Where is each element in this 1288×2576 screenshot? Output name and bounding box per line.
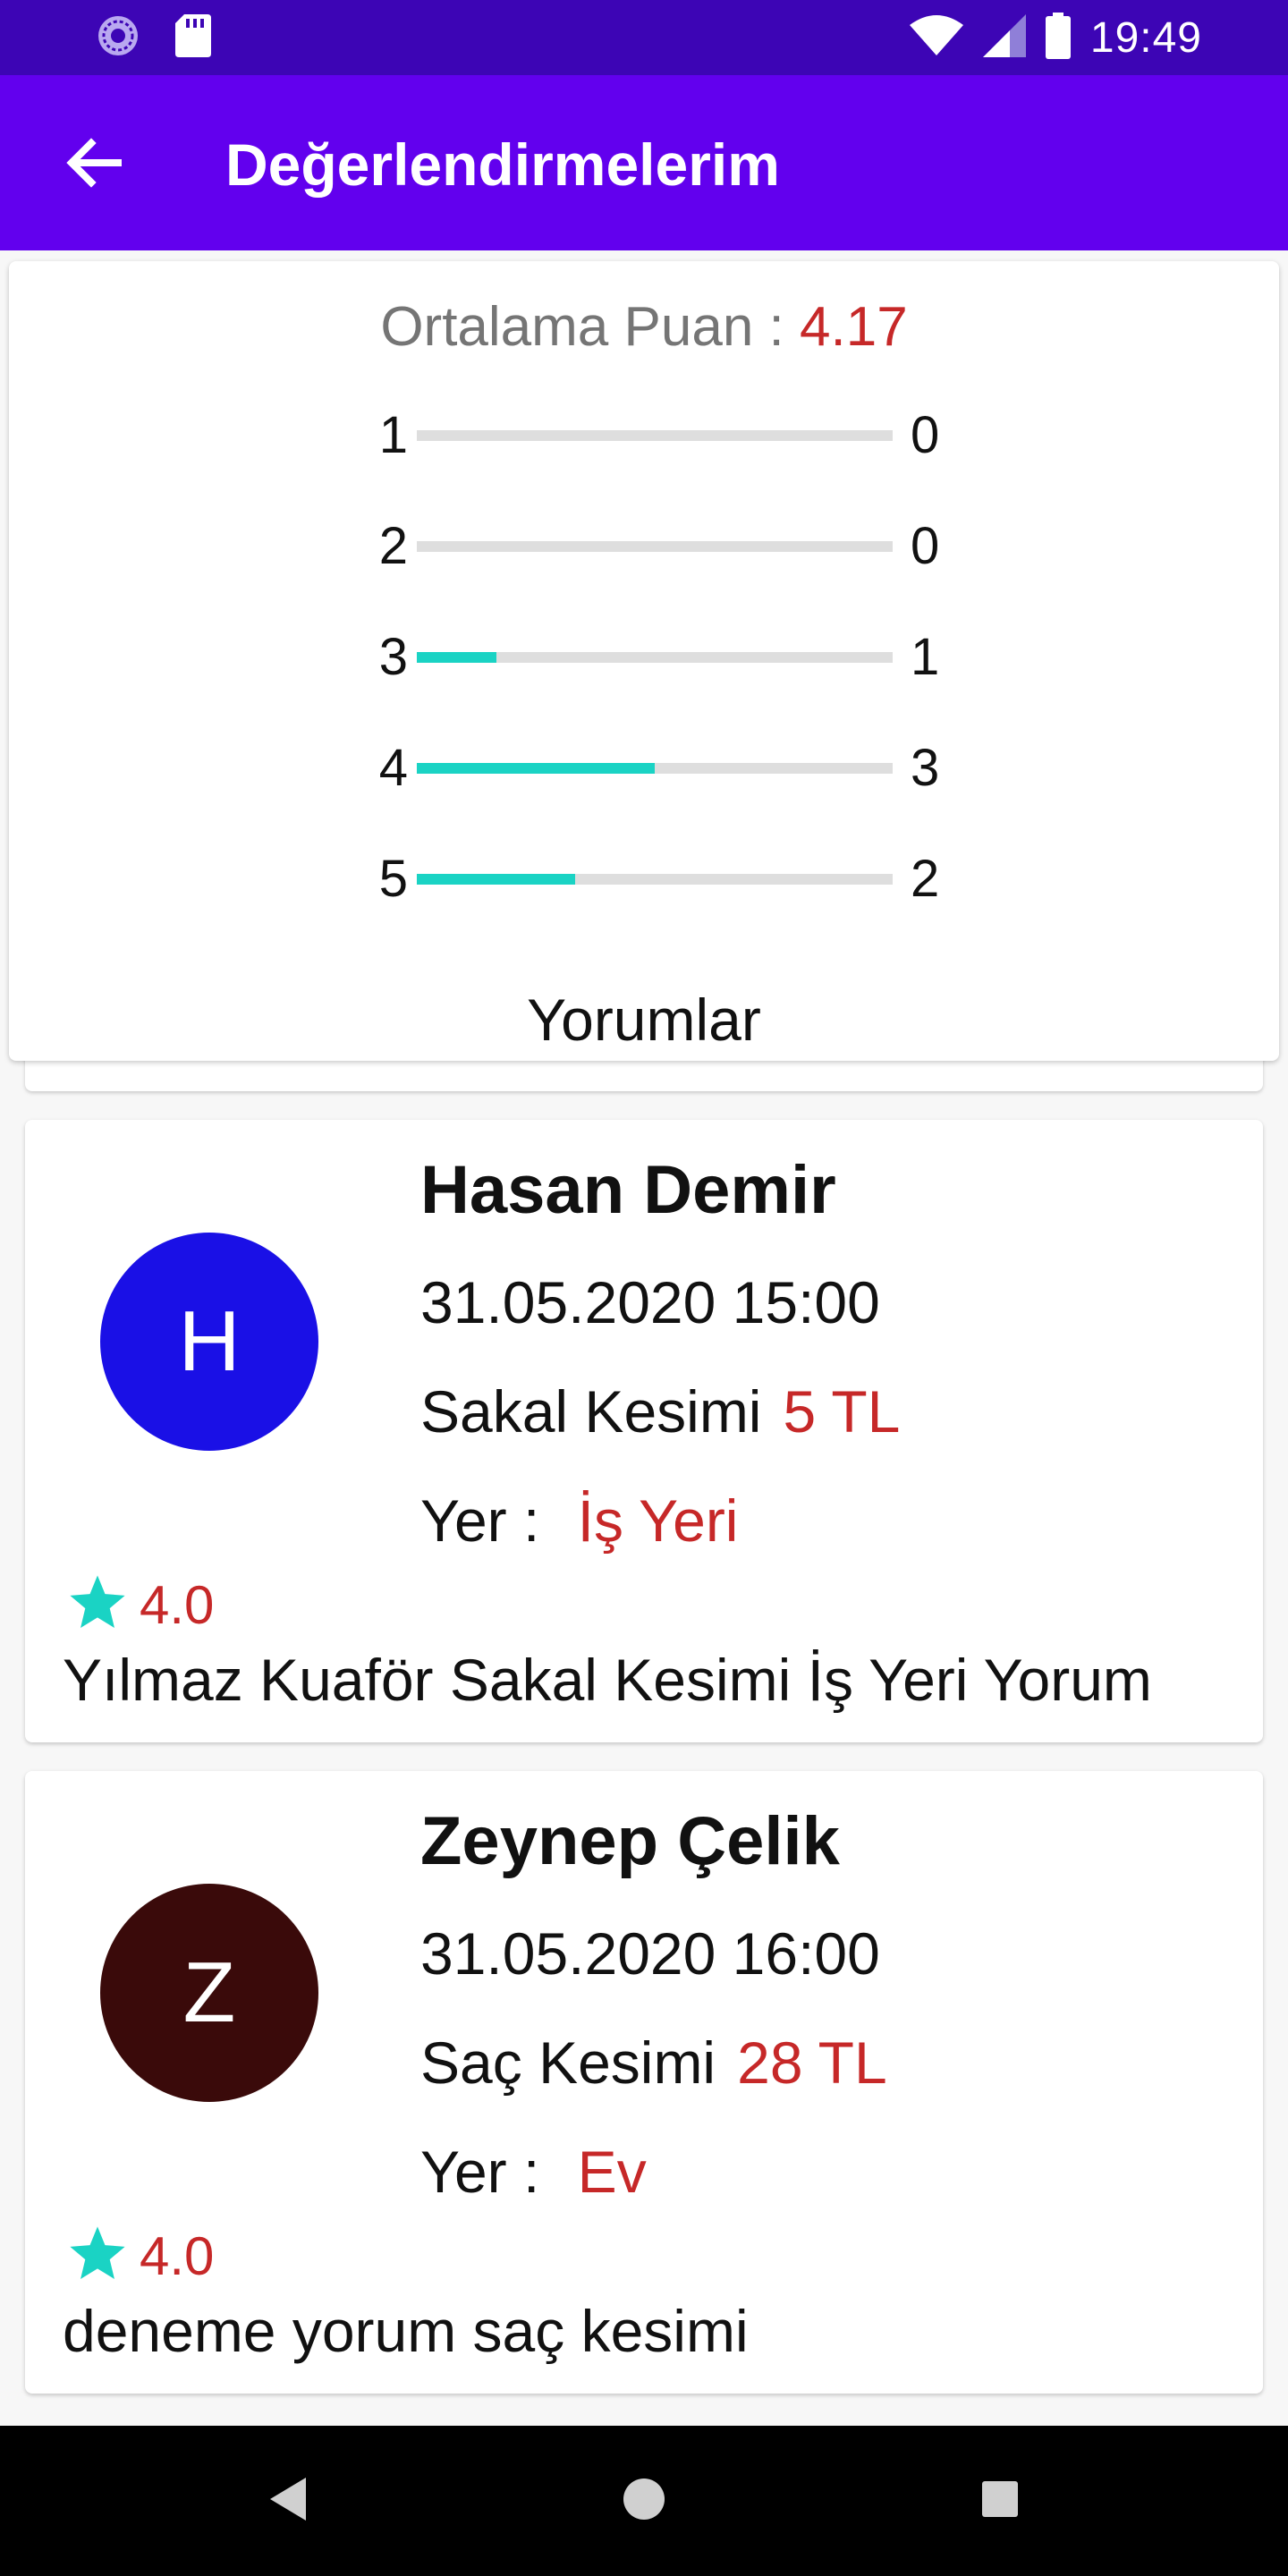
star-icon: [66, 1572, 129, 1639]
place-value: Ev: [577, 2139, 647, 2205]
page-title: Değerlendirmelerim: [225, 131, 780, 198]
avatar: H: [100, 1233, 318, 1451]
rating-row-2: 2 0: [367, 515, 957, 578]
nav-back-button[interactable]: [259, 2472, 317, 2529]
rating-bar-fill: [417, 874, 576, 885]
service-price: 5 TL: [783, 1378, 901, 1445]
nav-recents-button[interactable]: [971, 2472, 1029, 2529]
rating-count: 0: [911, 406, 940, 464]
home-circle-icon: [622, 2477, 666, 2526]
rating-bar: [417, 874, 893, 885]
review-rating: 4.0: [66, 2220, 214, 2292]
comments-title: Yorumlar: [527, 987, 761, 1053]
rating-count: 2: [911, 850, 940, 908]
list-header-strip: [25, 1055, 1263, 1091]
avatar-initial: Z: [182, 1945, 236, 2040]
review-card[interactable]: Z Zeynep Çelik 31.05.2020 16:00 Saç Kesi…: [25, 1771, 1263, 2394]
sd-card-icon: [175, 13, 211, 62]
app-bar: Değerlendirmelerim: [0, 75, 1288, 250]
rating-value: 4.0: [140, 2225, 215, 2286]
review-comment: Yılmaz Kuaför Sakal Kesimi İş Yeri Yorum: [63, 1647, 1152, 1713]
rating-level: 1: [378, 406, 408, 464]
reviewer-name: Zeynep Çelik: [420, 1803, 840, 1879]
review-comment: deneme yorum saç kesimi: [63, 2298, 749, 2364]
rating-bar: [417, 763, 893, 774]
average-label: Ortalama Puan :: [380, 296, 800, 358]
arrow-back-icon: [64, 137, 122, 192]
service-line: Saç Kesimi 28 TL: [420, 2027, 887, 2098]
rating-count: 0: [911, 517, 940, 575]
review-date: 31.05.2020 16:00: [420, 1920, 880, 1987]
rating-bar: [417, 541, 893, 552]
system-nav-bar: [0, 2426, 1288, 2576]
rating-value: 4.0: [140, 1574, 215, 1635]
rating-row-3: 3 1: [367, 626, 957, 689]
battery-icon: [1045, 12, 1071, 64]
place-label: Yer :: [420, 1487, 556, 1554]
back-button[interactable]: [50, 122, 136, 208]
rating-level: 4: [378, 739, 408, 797]
reviewer-name: Hasan Demir: [420, 1152, 836, 1228]
review-date: 31.05.2020 15:00: [420, 1269, 880, 1335]
rating-row-1: 1 0: [367, 404, 957, 467]
service-line: Sakal Kesimi 5 TL: [420, 1376, 900, 1447]
rating-row-5: 5 2: [367, 848, 957, 911]
rating-count: 3: [911, 739, 940, 797]
rating-bar-fill: [417, 652, 496, 663]
status-bar: 19:49: [0, 0, 1288, 75]
place-line: Yer : İş Yeri: [420, 1485, 738, 1556]
app-notification-icon: [97, 14, 140, 62]
review-card[interactable]: H Hasan Demir 31.05.2020 15:00 Sakal Kes…: [25, 1120, 1263, 1742]
wifi-icon: [909, 14, 963, 62]
rating-bar: [417, 652, 893, 663]
star-icon: [66, 2223, 129, 2290]
place-value: İş Yeri: [577, 1487, 739, 1554]
avatar: Z: [100, 1884, 318, 2102]
average-rating: Ortalama Puan : 4.17: [9, 293, 1279, 361]
rating-count: 1: [911, 628, 940, 686]
place-line: Yer : Ev: [420, 2136, 647, 2207]
rating-level: 5: [378, 850, 408, 908]
rating-row-4: 4 3: [367, 737, 957, 800]
rating-bar-fill: [417, 763, 655, 774]
rating-bar: [417, 430, 893, 441]
signal-icon: [982, 13, 1026, 62]
avatar-initial: H: [178, 1293, 241, 1389]
nav-home-button[interactable]: [615, 2472, 673, 2529]
recents-square-icon: [980, 2479, 1020, 2523]
review-rating: 4.0: [66, 1569, 214, 1640]
back-triangle-icon: [267, 2476, 309, 2527]
service-name: Saç Kesimi: [420, 2029, 716, 2096]
service-name: Sakal Kesimi: [420, 1378, 762, 1445]
service-price: 28 TL: [737, 2029, 887, 2096]
rating-summary-card: Ortalama Puan : 4.17 1 0 2 0 3 1 4 3 5 2: [9, 261, 1279, 1061]
rating-level: 2: [378, 517, 408, 575]
status-time: 19:49: [1089, 13, 1202, 62]
rating-level: 3: [378, 628, 408, 686]
place-label: Yer :: [420, 2139, 556, 2205]
average-value: 4.17: [800, 296, 908, 358]
